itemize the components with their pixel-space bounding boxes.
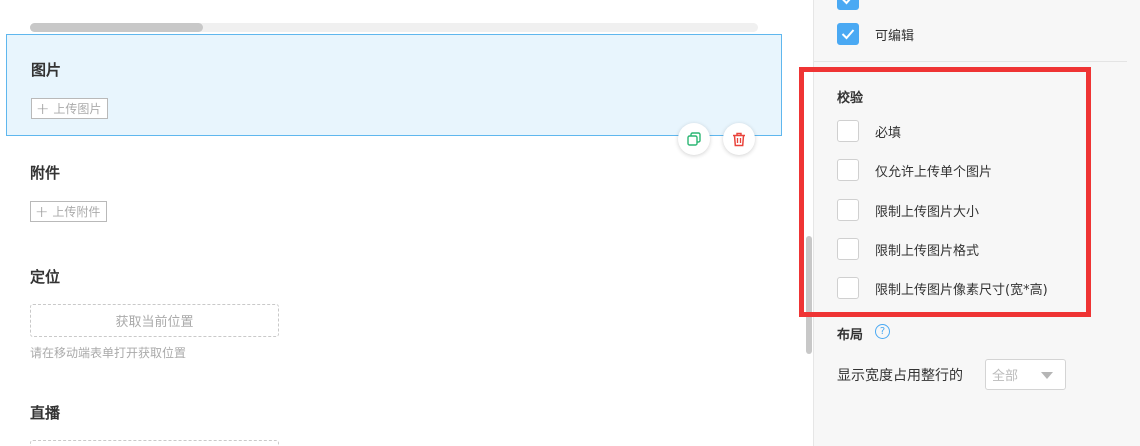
image-field-label: 图片 bbox=[31, 61, 62, 79]
app-root: 图片 + 上传图片 附件 + 上传附件 定位 获取当前位置 请在移动端表单打开获… bbox=[0, 0, 1140, 446]
horizontal-scrollbar[interactable] bbox=[30, 23, 758, 32]
live-field-label: 直播 bbox=[30, 404, 61, 422]
horizontal-scrollbar-thumb[interactable] bbox=[30, 23, 203, 32]
plus-icon: + bbox=[36, 98, 50, 118]
check-icon bbox=[842, 0, 851, 5]
editable-checkbox[interactable] bbox=[837, 23, 859, 45]
upload-attachment-label: 上传附件 bbox=[52, 205, 101, 219]
form-canvas: 图片 + 上传图片 附件 + 上传附件 定位 获取当前位置 请在移动端表单打开获… bbox=[0, 0, 805, 446]
width-select[interactable]: 全部 bbox=[985, 359, 1066, 390]
upload-image-label: 上传图片 bbox=[53, 102, 102, 116]
attachment-field-label: 附件 bbox=[30, 164, 61, 182]
panel-divider bbox=[814, 61, 1127, 62]
location-field-label: 定位 bbox=[30, 268, 61, 286]
image-field[interactable]: 图片 + 上传图片 bbox=[6, 34, 782, 136]
width-label: 显示宽度占用整行的 bbox=[837, 368, 963, 384]
copy-icon bbox=[687, 132, 701, 146]
editable-label: 可编辑 bbox=[875, 29, 915, 44]
width-select-value: 全部 bbox=[992, 369, 1019, 384]
plus-icon: + bbox=[35, 201, 49, 221]
location-field[interactable]: 定位 获取当前位置 请在移动端表单打开获取位置 bbox=[6, 252, 782, 372]
upload-attachment-button[interactable]: + 上传附件 bbox=[30, 201, 108, 222]
check-icon bbox=[841, 29, 855, 40]
validation-highlight-box bbox=[799, 67, 1091, 317]
trash-icon bbox=[733, 132, 745, 146]
help-icon[interactable]: ? bbox=[875, 324, 890, 339]
upload-image-button[interactable]: + 上传图片 bbox=[31, 98, 109, 119]
attachment-field[interactable]: 附件 + 上传附件 bbox=[6, 148, 782, 238]
visible-checkbox[interactable] bbox=[837, 0, 859, 10]
get-location-button[interactable]: 获取当前位置 bbox=[30, 304, 279, 337]
live-field-placeholder bbox=[30, 440, 279, 446]
layout-title: 布局 bbox=[837, 328, 864, 343]
chevron-down-icon bbox=[1041, 372, 1053, 379]
live-field[interactable]: 直播 bbox=[6, 388, 782, 446]
location-hint: 请在移动端表单打开获取位置 bbox=[30, 346, 187, 360]
